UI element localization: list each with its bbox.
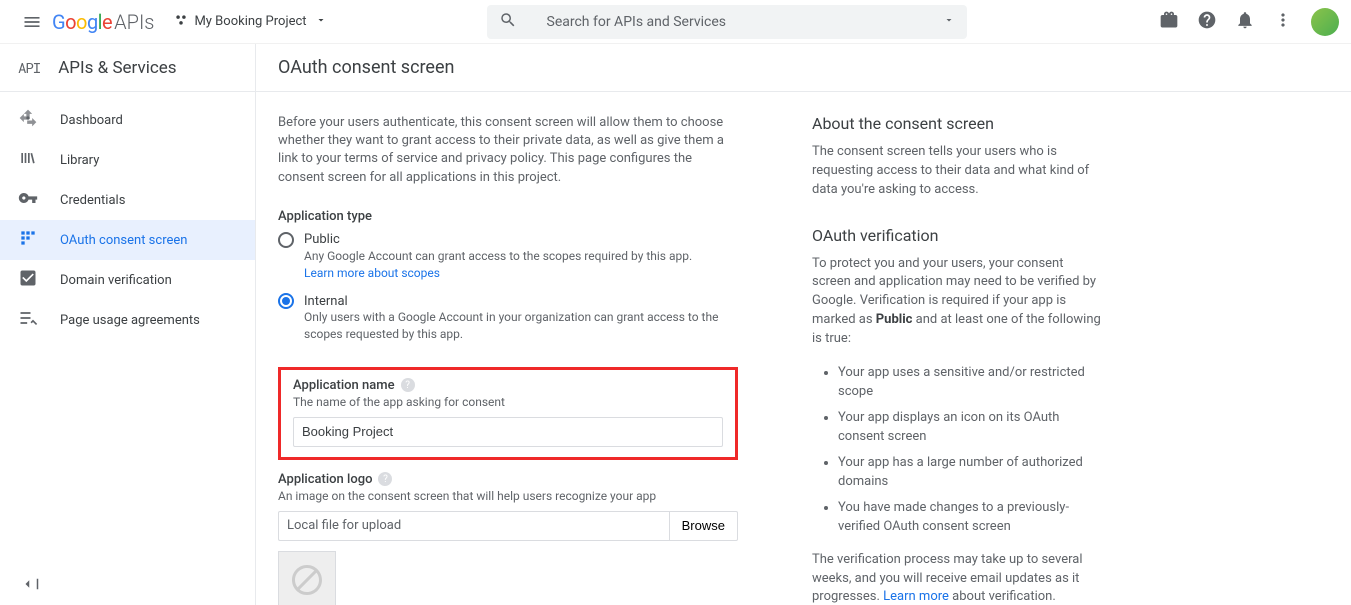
logo-path-input[interactable]: Local file for upload <box>278 511 669 541</box>
list-item: Your app has a large number of authorize… <box>838 453 1102 492</box>
verif-process-text: The verification process may take up to … <box>812 551 1102 605</box>
app-name-label: Application name <box>293 378 395 393</box>
topbar: Google APIs My Booking Project Search fo… <box>0 0 1351 44</box>
sidebar-item-label: OAuth consent screen <box>60 233 187 248</box>
sidebar-item-label: Domain verification <box>60 273 172 288</box>
radio-internal-desc: Only users with a Google Account in your… <box>304 309 738 343</box>
chevron-down-icon[interactable] <box>943 14 955 30</box>
sidebar-item-dashboard[interactable]: Dashboard <box>0 100 255 140</box>
sidebar-item-credentials[interactable]: Credentials <box>0 180 255 220</box>
app-name-highlight: Application name ? The name of the app a… <box>278 367 738 460</box>
project-name: My Booking Project <box>194 14 306 29</box>
list-item: Your app uses a sensitive and/or restric… <box>838 363 1102 402</box>
verified-icon <box>18 268 38 292</box>
gift-icon[interactable] <box>1159 10 1179 34</box>
help-icon[interactable] <box>1197 10 1217 34</box>
sidebar-item-label: Dashboard <box>60 113 123 128</box>
notifications-icon[interactable] <box>1235 10 1255 34</box>
sidebar-item-library[interactable]: Library <box>0 140 255 180</box>
about-text: The consent screen tells your users who … <box>812 143 1102 200</box>
project-icon <box>174 13 188 31</box>
search-placeholder: Search for APIs and Services <box>547 14 943 30</box>
list-icon <box>18 308 38 332</box>
project-selector[interactable]: My Booking Project <box>174 13 326 31</box>
radio-public[interactable]: Public <box>278 232 738 248</box>
sidebar-item-label: Page usage agreements <box>60 313 200 328</box>
verif-title: OAuth verification <box>812 226 1102 245</box>
sidebar-item-label: Credentials <box>60 193 125 208</box>
logo-apis-text: APIs <box>114 10 154 34</box>
app-logo-help: An image on the consent screen that will… <box>278 489 738 503</box>
app-name-input[interactable] <box>293 417 723 447</box>
google-apis-logo[interactable]: Google APIs <box>52 10 154 34</box>
chevron-down-icon <box>315 14 327 30</box>
learn-more-scopes-link[interactable]: Learn more about scopes <box>304 266 440 280</box>
verif-text: To protect you and your users, your cons… <box>812 255 1102 349</box>
help-icon[interactable]: ? <box>401 378 415 392</box>
radio-public-desc: Any Google Account can grant access to t… <box>304 248 738 265</box>
dashboard-icon <box>18 108 38 132</box>
search-box[interactable]: Search for APIs and Services <box>487 5 967 39</box>
main-content: OAuth consent screen Before your users a… <box>256 44 1351 605</box>
sidebar-item-label: Library <box>60 153 99 168</box>
app-logo-label: Application logo <box>278 472 372 487</box>
sidebar-item-page-usage[interactable]: Page usage agreements <box>0 300 255 340</box>
radio-icon <box>278 232 294 248</box>
radio-internal[interactable]: Internal <box>278 293 738 309</box>
help-icon[interactable]: ? <box>378 472 392 486</box>
avatar[interactable] <box>1311 8 1339 36</box>
radio-icon <box>278 293 294 309</box>
menu-icon[interactable] <box>12 12 52 32</box>
app-type-label: Application type <box>278 209 738 224</box>
api-badge: API <box>18 58 40 77</box>
radio-internal-label: Internal <box>304 294 348 309</box>
page-title: OAuth consent screen <box>256 44 1351 92</box>
sidebar-item-domain-verification[interactable]: Domain verification <box>0 260 255 300</box>
verif-bullets: Your app uses a sensitive and/or restric… <box>812 363 1102 537</box>
radio-public-label: Public <box>304 232 340 247</box>
sidebar-header[interactable]: API APIs & Services <box>0 44 255 92</box>
consent-icon <box>18 228 38 252</box>
collapse-sidebar-icon[interactable] <box>18 575 43 597</box>
sidebar: API APIs & Services Dashboard Library Cr… <box>0 44 256 605</box>
app-name-help: The name of the app asking for consent <box>293 395 723 409</box>
list-item: You have made changes to a previously-ve… <box>838 498 1102 537</box>
logo-preview <box>278 551 336 605</box>
library-icon <box>18 148 38 172</box>
about-title: About the consent screen <box>812 114 1102 133</box>
learn-more-link[interactable]: Learn more <box>883 589 949 604</box>
sidebar-title: APIs & Services <box>58 58 176 78</box>
more-vert-icon[interactable] <box>1273 10 1293 34</box>
list-item: Your app displays an icon on its OAuth c… <box>838 408 1102 447</box>
key-icon <box>18 188 38 212</box>
browse-button[interactable]: Browse <box>669 511 738 541</box>
intro-text: Before your users authenticate, this con… <box>278 114 738 187</box>
search-icon <box>499 11 517 33</box>
sidebar-item-oauth-consent[interactable]: OAuth consent screen <box>0 220 255 260</box>
